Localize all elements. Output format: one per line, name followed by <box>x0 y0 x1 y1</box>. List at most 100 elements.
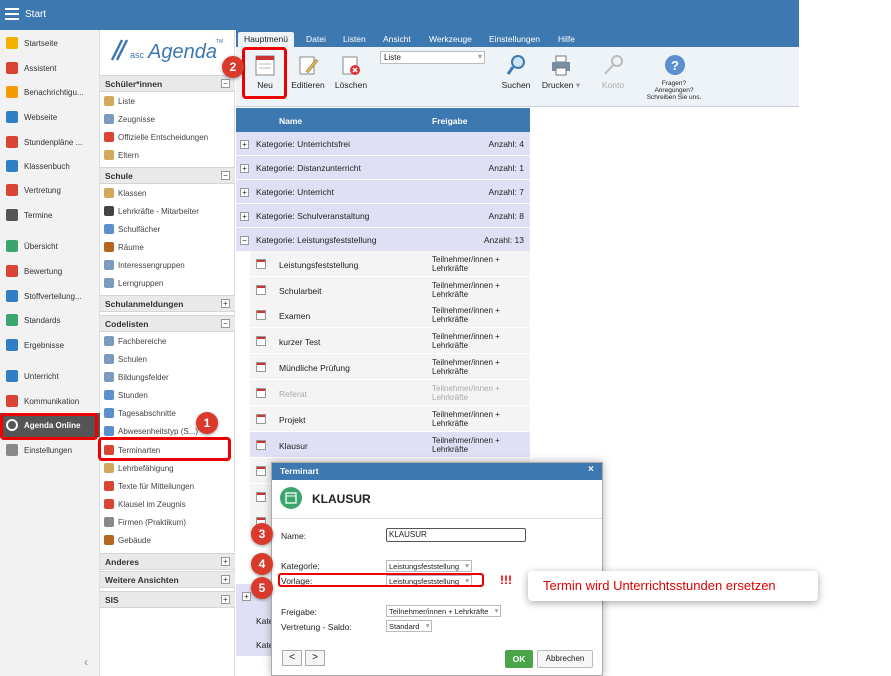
table-row[interactable]: Klausur Teilnehmer/innen + Lehrkräfte <box>250 432 530 458</box>
left-nav-item-9[interactable]: Bewertung <box>0 259 100 283</box>
table-row[interactable]: Projekt Teilnehmer/innen + Lehrkräfte <box>250 406 530 432</box>
name-input[interactable]: KLAUSUR <box>386 528 526 542</box>
left-nav-item-0[interactable]: Startseite <box>0 31 100 55</box>
section-toggle-icon[interactable]: − <box>221 79 230 88</box>
left-nav-item-12[interactable]: Ergebnisse <box>0 333 100 357</box>
module-item-3[interactable]: Eltern <box>100 146 235 164</box>
module-item-label: Stunden <box>118 390 148 400</box>
left-nav-item-3[interactable]: Webseite <box>0 105 100 129</box>
left-nav-item-14[interactable]: Kommunikation <box>0 389 100 413</box>
freigabe-select[interactable]: Teilnehmer/innen + Lehrkräfte <box>386 605 502 617</box>
category-row-partial[interactable]: Kate <box>236 632 274 656</box>
section-3[interactable]: Codelisten − <box>100 315 235 332</box>
module-item-4[interactable]: Klassen <box>100 184 235 202</box>
module-item-8[interactable]: Interessengruppen <box>100 256 235 274</box>
section-toggle-icon[interactable]: + <box>221 595 230 604</box>
left-nav-label: Übersicht <box>24 241 58 251</box>
module-item-1[interactable]: Zeugnisse <box>100 110 235 128</box>
edit-button[interactable]: Editieren <box>289 50 327 98</box>
module-item-20[interactable]: Firmen (Praktikum) <box>100 513 235 531</box>
left-nav-item-1[interactable]: Assistent <box>0 56 100 80</box>
expand-icon[interactable]: + <box>240 140 249 149</box>
left-nav-item-13[interactable]: Unterricht <box>0 364 100 388</box>
col-name[interactable]: Name <box>279 116 302 126</box>
module-item-19[interactable]: Klausel im Zeugnis <box>100 495 235 513</box>
section-5[interactable]: Weitere Ansichten + <box>100 571 235 588</box>
table-row[interactable]: kurzer Test Teilnehmer/innen + Lehrkräfte <box>250 328 530 354</box>
expand-icon[interactable]: + <box>240 188 249 197</box>
menu-3[interactable]: Ansicht <box>377 32 417 47</box>
module-item-label: Liste <box>118 96 135 106</box>
section-toggle-icon[interactable]: − <box>221 319 230 328</box>
menu-5[interactable]: Einstellungen <box>483 32 546 47</box>
module-item-7[interactable]: Räume <box>100 238 235 256</box>
category-row[interactable]: + Kategorie: Distanzunterricht Anzahl: 1 <box>236 156 530 180</box>
category-row[interactable]: − Kategorie: Leistungsfeststellung Anzahl:… <box>236 228 530 252</box>
section-0[interactable]: Schüler*innen − <box>100 75 235 92</box>
section-2[interactable]: Schulanmeldungen + <box>100 295 235 312</box>
menu-1[interactable]: Datei <box>300 32 332 47</box>
left-nav-item-4[interactable]: Stundenpläne ... <box>0 130 100 154</box>
menu-icon[interactable] <box>5 8 19 20</box>
module-item-2[interactable]: Offizielle Entscheidungen <box>100 128 235 146</box>
module-item-9[interactable]: Lerngruppen <box>100 274 235 292</box>
section-6[interactable]: SIS + <box>100 591 235 608</box>
menu-4[interactable]: Werkzeuge <box>423 32 478 47</box>
section-1[interactable]: Schule − <box>100 167 235 184</box>
left-nav-item-10[interactable]: Stoffverteilung... <box>0 284 100 308</box>
module-item-21[interactable]: Gebäude <box>100 531 235 549</box>
section-toggle-icon[interactable]: + <box>221 575 230 584</box>
saldo-select[interactable]: Standard <box>386 620 433 632</box>
expand-icon[interactable]: + <box>240 212 249 221</box>
previous-button[interactable]: < <box>282 650 302 666</box>
menu-2[interactable]: Listen <box>337 32 372 47</box>
menu-6[interactable]: Hilfe <box>552 32 581 47</box>
delete-button[interactable]: Löschen <box>333 50 369 98</box>
section-toggle-icon[interactable]: − <box>221 171 230 180</box>
expand-icon[interactable]: − <box>240 236 249 245</box>
module-item-6[interactable]: Schulfächer <box>100 220 235 238</box>
section-toggle-icon[interactable]: + <box>221 299 230 308</box>
module-item-17[interactable]: Lehrbefähigung <box>100 459 235 477</box>
view-select[interactable]: Liste <box>380 51 485 64</box>
table-row[interactable]: Schularbeit Teilnehmer/innen + Lehrkräfte <box>250 277 530 303</box>
table-row[interactable]: Leistungsfeststellung Teilnehmer/innen + L… <box>250 251 530 277</box>
left-nav-item-8[interactable]: Übersicht <box>0 234 100 258</box>
left-nav-item-16[interactable]: Einstellungen <box>0 438 100 462</box>
module-item-18[interactable]: Texte für Mitteilungen <box>100 477 235 495</box>
module-item-12[interactable]: Bildungsfelder <box>100 368 235 386</box>
category-row[interactable]: + Kategorie: Unterricht Anzahl: 7 <box>236 180 530 204</box>
expand-icon[interactable]: + <box>240 164 249 173</box>
account-button[interactable]: Konto <box>597 50 629 98</box>
module-item-0[interactable]: Liste <box>100 92 235 110</box>
feedback-button[interactable]: ? Fragen? Anregungen? Schreiben Sie uns. <box>643 50 705 101</box>
close-icon[interactable]: × <box>588 464 594 475</box>
next-button[interactable]: > <box>305 650 325 666</box>
left-nav-item-2[interactable]: Benachrichtigu... <box>0 80 100 104</box>
table-row[interactable]: Referat Teilnehmer/innen + Lehrkräfte <box>250 380 530 406</box>
module-item-13[interactable]: Stunden <box>100 386 235 404</box>
menu-0[interactable]: Hauptmenü <box>238 32 294 47</box>
category-row[interactable]: + Kategorie: Unterrichtsfrei Anzahl: 4 <box>236 132 530 156</box>
category-row[interactable]: + Kategorie: Schulveranstaltung Anzahl: 8 <box>236 204 530 228</box>
collapse-nav-icon[interactable]: ‹ <box>84 655 96 669</box>
section-4[interactable]: Anderes + <box>100 553 235 570</box>
module-item-10[interactable]: Fachbereiche <box>100 332 235 350</box>
table-row[interactable]: Examen Teilnehmer/innen + Lehrkräfte <box>250 302 530 328</box>
help-icon: ? <box>664 54 685 76</box>
module-item-5[interactable]: Lehrkräfte - Mitarbeiter <box>100 202 235 220</box>
kategorie-select[interactable]: Leistungsfeststellung <box>386 560 473 572</box>
cancel-button[interactable]: Abbrechen <box>537 650 593 668</box>
section-toggle-icon[interactable]: + <box>221 557 230 566</box>
table-row[interactable]: Mündliche Prüfung Teilnehmer/innen + Lehrk… <box>250 354 530 380</box>
print-button[interactable]: Drucken ▾ <box>539 50 583 98</box>
module-item-11[interactable]: Schulen <box>100 350 235 368</box>
left-nav-item-5[interactable]: Klassenbuch <box>0 154 100 178</box>
category-row-partial[interactable]: Kate <box>236 608 274 632</box>
col-freigabe[interactable]: Freigabe <box>432 116 467 126</box>
left-nav-item-6[interactable]: Vertretung <box>0 178 100 202</box>
ok-button[interactable]: OK <box>505 650 533 668</box>
left-nav-item-11[interactable]: Standards <box>0 308 100 332</box>
left-nav-item-7[interactable]: Termine <box>0 203 100 227</box>
search-button[interactable]: Suchen <box>499 50 533 98</box>
